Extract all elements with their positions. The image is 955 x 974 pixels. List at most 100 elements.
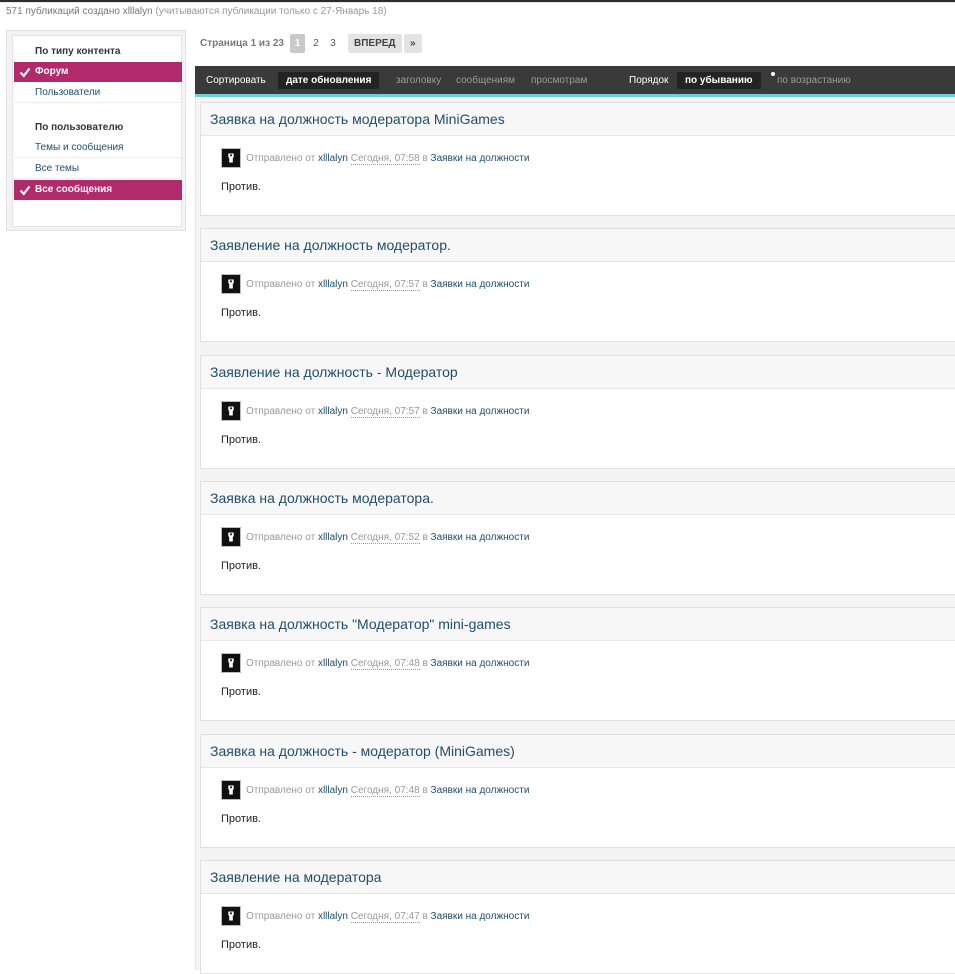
post-meta: Отправлено от xlllalyn Сегодня, 07:58 в … — [246, 153, 530, 165]
avatar[interactable] — [221, 401, 241, 421]
avatar[interactable] — [221, 274, 241, 294]
page-indicator: Страница 1 из 23 — [200, 38, 284, 49]
post-snippet: Против. — [221, 939, 261, 951]
author-link[interactable]: xlllalyn — [318, 911, 348, 922]
post-time: Сегодня, 07:58 — [350, 153, 420, 165]
sort-by-updated[interactable]: дате обновления — [278, 72, 380, 89]
forum-link[interactable]: Заявки на должности — [431, 153, 530, 164]
indicator-dot — [771, 72, 775, 76]
forum-link[interactable]: Заявки на должности — [431, 658, 530, 669]
in-label: в — [422, 153, 428, 164]
order-desc[interactable]: по убыванию — [677, 72, 761, 89]
in-label: в — [422, 279, 428, 290]
author-link[interactable]: xlllalyn — [318, 153, 348, 164]
sort-by-replies[interactable]: сообщениям — [456, 75, 515, 86]
post-title[interactable]: Заявка на должность "Модератор" mini-gam… — [210, 616, 511, 632]
avatar-image — [222, 781, 240, 799]
avatar-image — [222, 654, 240, 672]
sort-bar: Сортировать дате обновления заголовку со… — [195, 66, 955, 94]
posted-by-label: Отправлено от — [246, 785, 316, 796]
filter-users[interactable]: Пользователи — [14, 83, 182, 103]
avatar[interactable] — [221, 653, 241, 673]
post-meta: Отправлено от xlllalyn Сегодня, 07:57 в … — [246, 279, 530, 291]
post-title[interactable]: Заявка на должность модератора MiniGames — [210, 111, 505, 127]
post-snippet: Против. — [221, 307, 261, 319]
posted-by-label: Отправлено от — [246, 153, 316, 164]
filter-all-posts[interactable]: Все сообщения — [14, 180, 182, 200]
top-border-fade — [0, 2, 955, 3]
page-1[interactable]: 1 — [290, 34, 305, 53]
forum-link[interactable]: Заявки на должности — [431, 911, 530, 922]
by-type-heading: По типу контента — [35, 46, 121, 57]
post-time: Сегодня, 07:57 — [350, 279, 420, 291]
page-2[interactable]: 2 — [311, 34, 321, 53]
filter-sidebar: По типу контента Форум Пользователи По п… — [6, 30, 186, 231]
avatar-image — [222, 275, 240, 293]
by-user-heading: По пользователю — [35, 122, 124, 133]
posted-by-label: Отправлено от — [246, 911, 316, 922]
avatar[interactable] — [221, 906, 241, 926]
author-link[interactable]: xlllalyn — [318, 532, 348, 543]
order-label: Порядок — [629, 75, 669, 86]
author-link[interactable]: xlllalyn — [318, 279, 348, 290]
post-title[interactable]: Заявление на должность - Модератор — [210, 364, 458, 380]
posted-by-label: Отправлено от — [246, 532, 316, 543]
in-label: в — [422, 785, 428, 796]
avatar-image — [222, 907, 240, 925]
filter-all-topics-label: Все темы — [35, 163, 80, 174]
post-snippet: Против. — [221, 560, 261, 572]
activity-summary: 571 публикаций создано xlllalyn (учитыва… — [6, 6, 387, 17]
posted-by-label: Отправлено от — [246, 658, 316, 669]
post-title[interactable]: Заявление на должность модератор. — [210, 237, 451, 253]
posted-by-label: Отправлено от — [246, 279, 316, 290]
order-asc[interactable]: по возрастанию — [777, 75, 851, 86]
forum-link[interactable]: Заявки на должности — [431, 785, 530, 796]
filter-forum[interactable]: Форум — [14, 62, 182, 82]
forum-link[interactable]: Заявки на должности — [431, 279, 530, 290]
post-card: Заявка на должность "Модератор" mini-gam… — [200, 607, 955, 721]
post-time: Сегодня, 07:48 — [350, 658, 420, 670]
filter-all-posts-label: Все сообщения — [35, 184, 113, 195]
last-page-button[interactable]: » — [404, 34, 422, 53]
avatar[interactable] — [221, 527, 241, 547]
author-link[interactable]: xlllalyn — [318, 658, 348, 669]
post-snippet: Против. — [221, 181, 261, 193]
post-meta: Отправлено от xlllalyn Сегодня, 07:47 в … — [246, 911, 530, 923]
avatar-image — [222, 402, 240, 420]
avatar[interactable] — [221, 148, 241, 168]
summary-since: (учитываются публикации только с 27-Янва… — [155, 6, 387, 17]
post-title[interactable]: Заявка на должность - модератор (MiniGam… — [210, 743, 515, 759]
post-time: Сегодня, 07:48 — [350, 785, 420, 797]
in-label: в — [422, 658, 428, 669]
summary-count: 571 публикаций создано xlllalyn — [6, 6, 153, 17]
sort-by-views[interactable]: просмотрам — [531, 75, 587, 86]
in-label: в — [422, 406, 428, 417]
check-icon — [19, 185, 31, 196]
post-title[interactable]: Заявка на должность модератора. — [210, 490, 434, 506]
page-3[interactable]: 3 — [328, 34, 338, 53]
post-meta: Отправлено от xlllalyn Сегодня, 07:52 в … — [246, 532, 530, 544]
sort-by-title[interactable]: заголовку — [396, 75, 441, 86]
forum-link[interactable]: Заявки на должности — [431, 406, 530, 417]
in-label: в — [422, 911, 428, 922]
filter-forum-label: Форум — [35, 66, 69, 77]
post-meta: Отправлено от xlllalyn Сегодня, 07:48 в … — [246, 658, 530, 670]
avatar[interactable] — [221, 780, 241, 800]
post-card: Заявка на должность - модератор (MiniGam… — [200, 734, 955, 848]
filter-users-label: Пользователи — [35, 87, 101, 98]
avatar-image — [222, 528, 240, 546]
post-title[interactable]: Заявление на модератора — [210, 869, 381, 885]
post-snippet: Против. — [221, 434, 261, 446]
post-card: Заявка на должность модератора. Отправле… — [200, 481, 955, 595]
next-page-button[interactable]: ВПЕРЕД — [348, 34, 402, 53]
post-card: Заявление на должность - Модератор Отпра… — [200, 355, 955, 469]
author-link[interactable]: xlllalyn — [318, 406, 348, 417]
posted-by-label: Отправлено от — [246, 406, 316, 417]
author-link[interactable]: xlllalyn — [318, 785, 348, 796]
filter-all-topics[interactable]: Все темы — [14, 159, 182, 179]
post-snippet: Против. — [221, 686, 261, 698]
filter-topics-and-posts[interactable]: Темы и сообщения — [14, 138, 182, 158]
post-meta: Отправлено от xlllalyn Сегодня, 07:57 в … — [246, 406, 530, 418]
forum-link[interactable]: Заявки на должности — [431, 532, 530, 543]
post-time: Сегодня, 07:52 — [350, 532, 420, 544]
